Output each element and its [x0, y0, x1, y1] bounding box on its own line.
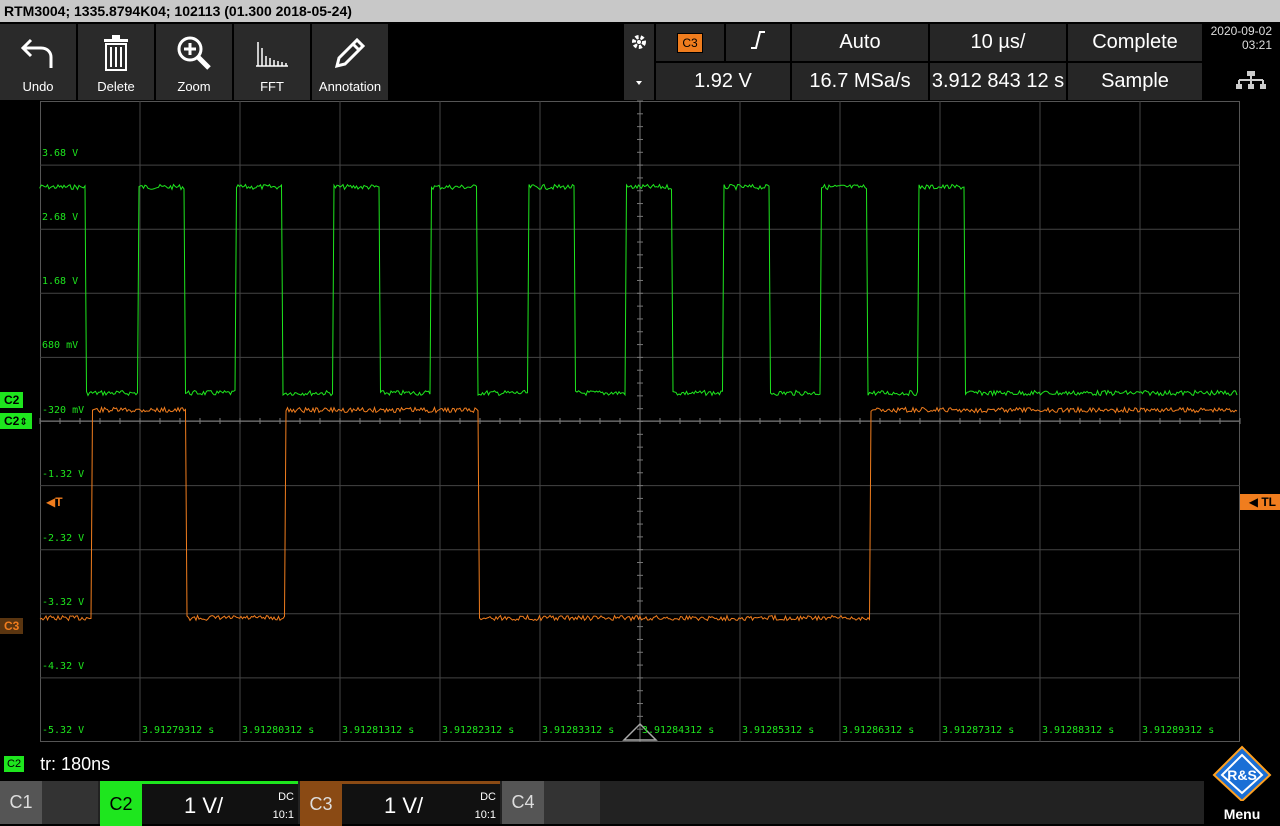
x-label: 3.91285312 s	[742, 725, 815, 736]
x-label: 3.91284312 s	[642, 725, 715, 736]
y-label: -2.32 V	[42, 533, 85, 544]
c3-offset-marker[interactable]: C3	[0, 618, 24, 634]
x-label: 3.91283312 s	[542, 725, 615, 736]
y-label: 680 mV	[42, 340, 79, 351]
menu-button[interactable]: R&S Menu	[1204, 745, 1280, 824]
svg-text:R&S: R&S	[1227, 767, 1257, 783]
channel-c3[interactable]: C3 1 V/ DC 10:1	[300, 781, 500, 826]
y-label: -1.32 V	[42, 469, 85, 480]
x-label: 3.91289312 s	[1142, 725, 1215, 736]
y-label: -5.32 V	[42, 725, 85, 736]
channel-c1[interactable]: C1	[0, 781, 98, 824]
y-label: -320 mV	[42, 405, 85, 416]
channel-bar: C1 C2 1 V/ DC 10:1 C3 1 V/ DC 10:1 C4	[0, 781, 1280, 826]
channel-c3-probe: 10:1	[474, 809, 496, 821]
menu-label: Menu	[1223, 806, 1261, 822]
x-label: 3.91281312 s	[342, 725, 415, 736]
c2-threshold-label: C2	[4, 414, 20, 428]
measurement-channel: C2	[4, 756, 25, 772]
y-label: 3.68 V	[42, 148, 79, 159]
x-label: 3.91282312 s	[442, 725, 515, 736]
x-label: 3.91288312 s	[1042, 725, 1115, 736]
c2-threshold-marker[interactable]: C2⇕	[0, 413, 32, 429]
channel-c2-coupling: DC 10:1	[273, 788, 294, 824]
channel-c4[interactable]: C4	[502, 781, 600, 824]
measurement-bar: C2 tr: 180ns	[0, 752, 110, 776]
x-label: 3.91280312 s	[242, 725, 315, 736]
c2-offset-marker[interactable]: C2	[0, 392, 24, 408]
measurement-value[interactable]: tr: 180ns	[40, 754, 110, 775]
c3-marker-label: C3	[4, 619, 20, 633]
c2-marker-label: C2	[4, 393, 20, 407]
y-label: -4.32 V	[42, 661, 85, 672]
x-label: 3.91279312 s	[142, 725, 215, 736]
channel-c2-coupling-text: DC	[278, 791, 294, 803]
channel-c1-name: C1	[0, 781, 42, 824]
channel-c3-coupling-text: DC	[480, 791, 496, 803]
x-label: 3.91286312 s	[842, 725, 915, 736]
y-label: 2.68 V	[42, 212, 79, 223]
channel-c4-name: C4	[502, 781, 544, 824]
channel-c2-probe: 10:1	[272, 809, 294, 821]
trigger-marker[interactable]: ◀T	[42, 494, 67, 510]
y-label: -3.32 V	[42, 597, 85, 608]
channel-c3-coupling: DC 10:1	[475, 788, 496, 824]
rs-logo-icon: R&S	[1212, 745, 1272, 806]
trigger-level-label: TL	[1261, 495, 1276, 509]
trigger-marker-label: T	[55, 495, 63, 509]
graticule	[39, 100, 1241, 742]
waveform-plot	[39, 100, 1241, 742]
channel-c2-name: C2	[100, 782, 142, 826]
channel-c3-scale: 1 V/	[384, 793, 424, 818]
x-label: 3.91287312 s	[942, 725, 1015, 736]
channel-c2-scale: 1 V/	[184, 793, 224, 818]
channel-c2[interactable]: C2 1 V/ DC 10:1	[100, 781, 298, 826]
y-label: 1.68 V	[42, 276, 79, 287]
trigger-level-marker[interactable]: ◀ TL	[1240, 494, 1280, 510]
channel-c3-name: C3	[300, 782, 342, 826]
